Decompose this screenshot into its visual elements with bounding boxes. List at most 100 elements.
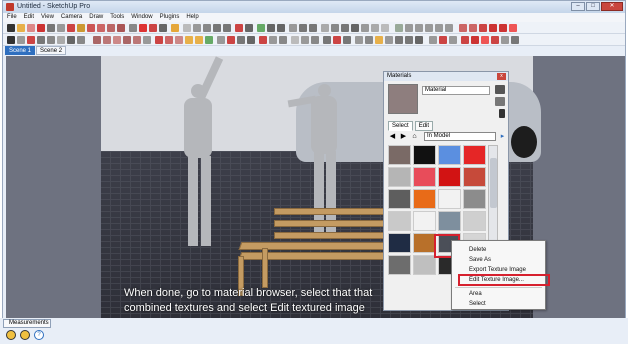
close-button[interactable]: ✕ <box>601 2 623 11</box>
model-info-icon[interactable] <box>439 36 447 44</box>
material-swatch[interactable] <box>388 233 411 253</box>
menu-item-save-as[interactable]: Save As <box>469 257 491 263</box>
move-tool-icon[interactable] <box>77 24 85 32</box>
offset-tool-icon[interactable] <box>117 24 125 32</box>
display-section-icon[interactable] <box>299 24 307 32</box>
pan-icon[interactable] <box>193 24 201 32</box>
menu-item-delete[interactable]: Delete <box>469 247 486 253</box>
outliner-icon[interactable] <box>355 36 363 44</box>
dimension-icon[interactable] <box>217 36 225 44</box>
material-swatch[interactable] <box>413 189 436 209</box>
make-component-icon[interactable] <box>17 24 25 32</box>
section-plane-icon[interactable] <box>289 24 297 32</box>
push-pull-icon[interactable] <box>67 24 75 32</box>
position-camera-icon[interactable] <box>257 24 265 32</box>
look-around-icon[interactable] <box>277 24 285 32</box>
top-view-icon[interactable] <box>405 24 413 32</box>
component-options-icon[interactable] <box>501 36 509 44</box>
intersect-icon[interactable] <box>165 36 173 44</box>
shadows-icon[interactable] <box>259 36 267 44</box>
walk-icon[interactable] <box>267 24 275 32</box>
pencil-icon[interactable] <box>27 36 35 44</box>
orbit-icon[interactable] <box>183 24 191 32</box>
material-swatch[interactable] <box>463 211 486 231</box>
fog-icon[interactable] <box>269 36 277 44</box>
back-edges-icon[interactable] <box>331 24 339 32</box>
material-swatch[interactable] <box>388 189 411 209</box>
menu-edit[interactable]: Edit <box>24 13 34 22</box>
stamp-icon[interactable] <box>113 36 121 44</box>
tab-select[interactable]: Select <box>388 121 413 131</box>
axes-tool-icon[interactable] <box>149 24 157 32</box>
scale-tool-icon[interactable] <box>107 24 115 32</box>
section-cuts-icon[interactable] <box>309 24 317 32</box>
material-swatch[interactable] <box>463 167 486 187</box>
smoove-icon[interactable] <box>103 36 111 44</box>
dynamic-components-icon[interactable] <box>481 36 489 44</box>
field-of-view-icon[interactable] <box>301 36 309 44</box>
shaded-textures-icon[interactable] <box>371 24 379 32</box>
protractor-icon[interactable] <box>227 36 235 44</box>
material-swatch[interactable] <box>388 167 411 187</box>
soften-edges-icon[interactable] <box>405 36 413 44</box>
material-swatch[interactable] <box>388 255 411 275</box>
3d-text-icon[interactable] <box>159 24 167 32</box>
material-swatch[interactable] <box>388 211 411 231</box>
tab-scene-1[interactable]: Scene 1 <box>5 46 36 55</box>
menu-plugins[interactable]: Plugins <box>160 13 180 22</box>
split-icon[interactable] <box>205 36 213 44</box>
scenes-icon[interactable] <box>395 36 403 44</box>
select-tool-icon[interactable] <box>7 24 15 32</box>
create-material-icon[interactable] <box>495 85 505 94</box>
menu-file[interactable]: File <box>7 13 17 22</box>
paint-bucket-icon[interactable] <box>171 24 179 32</box>
styles-icon[interactable] <box>279 36 287 44</box>
perspective-icon[interactable] <box>311 36 319 44</box>
scrollbar-thumb[interactable] <box>490 158 497 208</box>
menu-item-select[interactable]: Select <box>469 301 486 307</box>
subtract-icon[interactable] <box>185 36 193 44</box>
sample-paint-icon[interactable] <box>499 109 505 118</box>
material-swatch[interactable] <box>438 211 461 231</box>
preferences-icon[interactable] <box>449 36 457 44</box>
extension-warehouse-icon[interactable] <box>509 24 517 32</box>
back-icon[interactable]: ◀ <box>388 132 397 141</box>
right-view-icon[interactable] <box>425 24 433 32</box>
tape-measure-icon[interactable] <box>129 24 137 32</box>
rectangle-icon[interactable] <box>17 36 25 44</box>
home-icon[interactable]: ⌂ <box>410 132 419 141</box>
library-select[interactable]: In Model <box>424 132 496 141</box>
materials-close-button[interactable]: x <box>497 73 506 80</box>
menu-camera[interactable]: Camera <box>61 13 82 22</box>
outer-shell-icon[interactable] <box>155 36 163 44</box>
rotate-tool-icon[interactable] <box>87 24 95 32</box>
material-swatch[interactable] <box>413 167 436 187</box>
circle-icon[interactable] <box>37 36 45 44</box>
toggle-terrain-icon[interactable] <box>469 24 477 32</box>
menu-window[interactable]: Window <box>131 13 152 22</box>
tab-edit[interactable]: Edit <box>414 121 434 131</box>
shapes-icon[interactable] <box>57 24 65 32</box>
previous-view-icon[interactable] <box>235 24 243 32</box>
warehouse-icon[interactable] <box>333 36 341 44</box>
hidden-line-icon[interactable] <box>351 24 359 32</box>
share-model-icon[interactable] <box>499 24 507 32</box>
material-swatch[interactable] <box>438 167 461 187</box>
drape-icon[interactable] <box>123 36 131 44</box>
material-swatch[interactable] <box>413 233 436 253</box>
axes-icon[interactable] <box>237 36 245 44</box>
menu-help[interactable]: Help <box>186 13 198 22</box>
zoom-selection-icon[interactable] <box>323 36 331 44</box>
material-swatch[interactable] <box>438 145 461 165</box>
freehand-icon[interactable] <box>57 36 65 44</box>
menu-item-area[interactable]: Area <box>469 291 482 297</box>
instructor-icon[interactable] <box>415 36 423 44</box>
photo-match-icon[interactable] <box>429 36 437 44</box>
arrow-icon[interactable] <box>7 36 15 44</box>
left-view-icon[interactable] <box>445 24 453 32</box>
material-swatch[interactable] <box>463 145 486 165</box>
back-view-icon[interactable] <box>435 24 443 32</box>
camera-icon[interactable] <box>291 36 299 44</box>
component-browser-icon[interactable] <box>343 36 351 44</box>
interact-icon[interactable] <box>491 36 499 44</box>
